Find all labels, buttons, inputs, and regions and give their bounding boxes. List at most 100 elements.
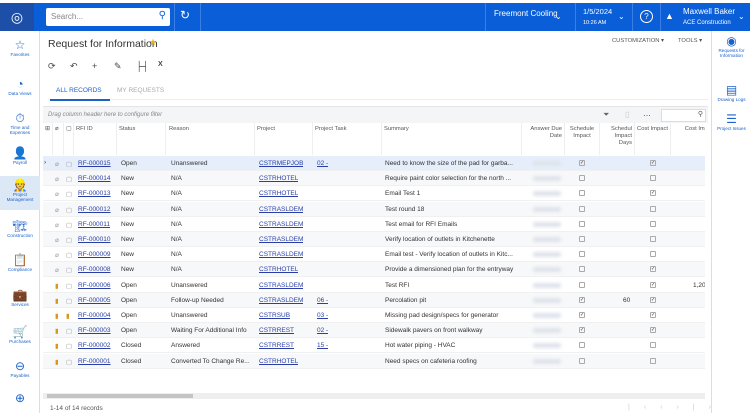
filter-placeholder[interactable]: Drag column header here to configure fil… bbox=[48, 112, 162, 118]
history-icon[interactable]: ↻ bbox=[180, 8, 190, 22]
cost-impact-checkbox[interactable]: ✓ bbox=[650, 160, 656, 166]
cost-impact-checkbox[interactable]: ✓ bbox=[650, 266, 656, 273]
project-task-link[interactable]: 06 - bbox=[317, 297, 328, 304]
cost-impact-checkbox[interactable] bbox=[650, 251, 656, 258]
project-link[interactable]: CSTRHOTEL bbox=[259, 358, 298, 365]
table-row[interactable]: ⌀ ▢ RF-000010 New N/A CSTRASLDEM Verify locati… bbox=[43, 232, 705, 247]
attachment-icon[interactable]: ⌀ bbox=[55, 251, 59, 259]
schedule-impact-checkbox[interactable] bbox=[579, 266, 585, 273]
table-row[interactable]: ▮ ▮ RF-000004 Open Unanswered CSTRSUB 03 - Miss… bbox=[43, 308, 705, 323]
project-link[interactable]: CSTRREST bbox=[259, 342, 294, 349]
project-task-link[interactable]: 02 - bbox=[317, 327, 328, 334]
edit-icon[interactable]: ✎ bbox=[114, 61, 136, 72]
schedule-impact-checkbox[interactable] bbox=[579, 220, 585, 227]
cost-impact-checkbox[interactable] bbox=[650, 357, 656, 364]
sidebar-item-compliance[interactable]: 📋 Compliance bbox=[0, 251, 40, 279]
note-icon[interactable]: ▢ bbox=[66, 358, 72, 366]
schedule-impact-checkbox[interactable] bbox=[579, 342, 585, 349]
table-row[interactable]: ⌀ ▢ RF-000011 New N/A CSTRASLDEM Test email fo… bbox=[43, 217, 705, 232]
note-icon[interactable]: ▢ bbox=[66, 236, 72, 244]
table-row[interactable]: ▮ ▢ RF-000002 Closed Answered CSTRREST 15 - Hot… bbox=[43, 338, 705, 354]
schedule-impact-checkbox[interactable] bbox=[579, 190, 585, 197]
column-header-cost-impact[interactable]: Cost Impact bbox=[635, 123, 671, 155]
table-row[interactable]: ▮ ▢ RF-000003 Open Waiting For Additional In… bbox=[43, 323, 705, 339]
sidebar-item-payroll[interactable]: 👤 Payroll bbox=[0, 144, 40, 172]
sidebar-item-favorites[interactable]: ☆ Favorites bbox=[0, 36, 40, 64]
refresh-icon[interactable]: ⟳ bbox=[48, 61, 70, 72]
rfi-id-link[interactable]: RF-000005 bbox=[78, 297, 111, 304]
add-icon[interactable]: + bbox=[92, 61, 114, 72]
attachment-icon[interactable]: ⌀ bbox=[55, 190, 59, 198]
rfi-id-link[interactable]: RF-000003 bbox=[78, 327, 111, 334]
project-link[interactable]: CSTRASLDEM bbox=[259, 297, 303, 304]
note-icon[interactable]: ▢ bbox=[66, 282, 72, 290]
project-link[interactable]: CSTRMEPJOB bbox=[259, 160, 303, 167]
search-icon[interactable]: ⚲ bbox=[159, 10, 166, 21]
table-row[interactable]: ⌀ ▢ RF-000013 New N/A CSTRHOTEL Email Test 1 ✓ bbox=[43, 186, 705, 202]
attachment-icon[interactable]: ▮ bbox=[55, 297, 59, 305]
attachment-icon[interactable]: ⌀ bbox=[55, 221, 59, 229]
note-icon[interactable]: ▢ bbox=[66, 206, 72, 214]
attachment-icon[interactable]: ⌀ bbox=[55, 160, 59, 168]
project-link[interactable]: CSTRHOTEL bbox=[259, 266, 298, 273]
project-link[interactable]: CSTRASLDEM bbox=[259, 282, 303, 289]
sidebar-item-time-and-expenses[interactable]: ⏱ Time and Expenses bbox=[0, 109, 40, 137]
rfi-id-link[interactable]: RF-000001 bbox=[78, 358, 111, 365]
note-icon[interactable]: ▢ bbox=[66, 160, 72, 168]
table-row[interactable]: ▮ ▢ RF-000005 Open Follow-up Needed CSTRASLDE… bbox=[43, 292, 705, 308]
note-icon[interactable]: ▢ bbox=[66, 251, 72, 259]
column-header-reason[interactable]: Reason bbox=[167, 123, 255, 155]
search-input[interactable]: Search... ⚲ bbox=[46, 8, 170, 26]
attachment-icon[interactable]: ▮ bbox=[55, 358, 59, 366]
project-link[interactable]: CSTRREST bbox=[259, 327, 294, 334]
chevron-down-icon[interactable]: ⌄ bbox=[555, 12, 562, 21]
sidebar-item-data-views[interactable]: ◔ Data Views bbox=[0, 75, 40, 103]
rfi-id-link[interactable]: RF-000006 bbox=[78, 282, 111, 289]
rfi-id-link[interactable]: RF-000014 bbox=[78, 175, 111, 182]
table-row[interactable]: ⌀ ▢ RF-000012 New N/A CSTRASLDEM Test round 18 bbox=[43, 201, 705, 217]
project-link[interactable]: CSTRASLDEM bbox=[259, 236, 303, 243]
column-header-schedul-impact-days[interactable]: Schedul Impact Days bbox=[600, 123, 635, 155]
sidebar-item-payables[interactable]: ⊖ Payables bbox=[0, 357, 40, 385]
rfi-id-link[interactable]: RF-000002 bbox=[78, 342, 111, 349]
attachment-icon[interactable]: ▮ bbox=[55, 312, 59, 320]
attachment-icon[interactable]: ⌀ bbox=[55, 175, 59, 183]
schedule-impact-checkbox[interactable] bbox=[579, 281, 585, 288]
tab-my-requests[interactable]: MY REQUESTS bbox=[117, 87, 164, 94]
note-icon[interactable]: ▢ bbox=[66, 190, 72, 198]
save-filter-icon[interactable]: ▯ bbox=[625, 110, 629, 119]
note-icon[interactable]: ▮ bbox=[66, 312, 70, 320]
cost-impact-checkbox[interactable] bbox=[650, 220, 656, 227]
help-icon[interactable]: ? bbox=[640, 10, 653, 23]
schedule-impact-checkbox[interactable] bbox=[579, 175, 585, 182]
rfi-id-link[interactable]: RF-000009 bbox=[78, 251, 111, 258]
cost-impact-checkbox[interactable]: ✓ bbox=[650, 312, 656, 318]
tools-menu[interactable]: TOOLS ▾ bbox=[678, 38, 702, 44]
cost-impact-checkbox[interactable]: ✓ bbox=[650, 327, 656, 334]
schedule-impact-checkbox[interactable] bbox=[579, 205, 585, 212]
table-row[interactable]: ⌀ ▢ RF-000014 New N/A CSTRHOTEL Require paint … bbox=[43, 171, 705, 187]
attachment-icon[interactable]: ▮ bbox=[55, 282, 59, 290]
schedule-impact-checkbox[interactable] bbox=[579, 236, 585, 242]
table-row[interactable]: ▮ ▢ RF-000001 Closed Converted To Change Re.… bbox=[43, 353, 705, 369]
attachment-icon[interactable]: ▮ bbox=[55, 327, 59, 335]
project-link[interactable]: CSTRSUB bbox=[259, 312, 290, 319]
favorite-star-icon[interactable]: ★ bbox=[149, 37, 157, 48]
cost-impact-checkbox[interactable]: ✓ bbox=[650, 281, 656, 288]
project-link[interactable]: CSTRASLDEM bbox=[259, 206, 303, 213]
column-header-project-task[interactable]: Project Task bbox=[313, 123, 382, 155]
column-header-schedule-impact[interactable]: Schedule Impact bbox=[565, 123, 600, 155]
company-selector[interactable]: Freemont Cooling bbox=[494, 9, 558, 18]
rfi-id-link[interactable]: RF-000012 bbox=[78, 206, 111, 213]
rfi-id-link[interactable]: RF-000013 bbox=[78, 190, 111, 197]
cost-impact-checkbox[interactable]: ✓ bbox=[650, 296, 656, 303]
undo-icon[interactable]: ↶ bbox=[70, 61, 92, 72]
cost-impact-checkbox[interactable]: ✓ bbox=[650, 190, 656, 197]
tab-all-records[interactable]: ALL RECORDS bbox=[56, 87, 102, 94]
column-header-answer-due-date[interactable]: Answer Due Date bbox=[522, 123, 565, 155]
sidebar-item-construction[interactable]: 🏗 Construction bbox=[0, 217, 40, 245]
column-header-summary[interactable]: Summary bbox=[382, 123, 522, 155]
note-icon[interactable]: ▢ bbox=[66, 221, 72, 229]
chevron-down-icon[interactable]: ⌄ bbox=[618, 12, 625, 21]
project-link[interactable]: CSTRHOTEL bbox=[259, 175, 298, 182]
